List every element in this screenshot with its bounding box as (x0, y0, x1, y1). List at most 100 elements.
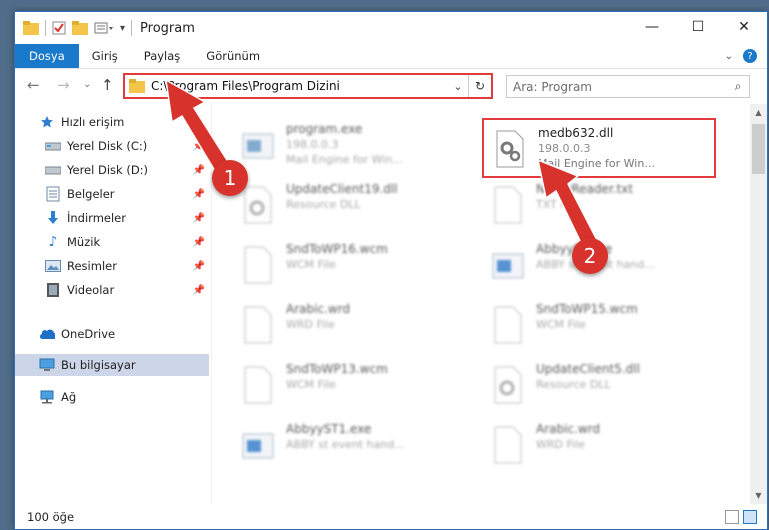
tiles-view-icon[interactable] (743, 510, 757, 524)
file-name: Arabic.wrd (286, 302, 351, 316)
rename-icon[interactable] (94, 21, 114, 35)
file-type: WRD File (286, 318, 335, 331)
address-path[interactable]: C:\Program Files\Program Dizini (151, 79, 340, 93)
pin-icon[interactable]: 📌 (193, 285, 205, 296)
vertical-scrollbar[interactable]: ▲ ▼ (750, 104, 767, 504)
customize-qat-icon[interactable]: ▾ (120, 23, 125, 34)
view-switcher (725, 510, 767, 524)
tab-home[interactable]: Giriş (79, 44, 131, 68)
maximize-button[interactable]: ☐ (675, 12, 721, 42)
details-view-icon[interactable] (725, 510, 739, 524)
nav-item-network[interactable]: Ağ (39, 386, 207, 408)
file-icon (488, 422, 528, 468)
recent-locations-icon[interactable]: ⌄ (83, 79, 91, 90)
help-icon[interactable]: ? (743, 49, 757, 63)
file-item[interactable]: program.exe 198.0.0.3 Mail Engine for Win.… (232, 116, 468, 174)
file-name: SndToWP16.wcm (286, 242, 388, 256)
nav-item-pictures[interactable]: Resimler 📌 (45, 255, 209, 277)
file-version: 198.0.0.3 (538, 142, 591, 155)
nav-item-onedrive[interactable]: OneDrive (39, 323, 207, 345)
computer-icon (39, 357, 55, 373)
file-name: UpdateClient19.dll (286, 182, 398, 196)
file-list: program.exe 198.0.0.3 Mail Engine for Win.… (212, 104, 749, 504)
tab-share[interactable]: Paylaş (131, 44, 194, 68)
file-item[interactable]: SndToWP16.wcm WCM File (232, 236, 468, 294)
file-name: SndToWP13.wcm (286, 362, 388, 376)
step-badge-1: 1 (212, 160, 248, 196)
nav-item-music[interactable]: ♪ Müzik 📌 (45, 231, 209, 253)
up-icon[interactable]: ↑ (101, 76, 114, 94)
separator (131, 20, 133, 36)
file-item[interactable]: Arabic.wrd WRD File (232, 296, 468, 354)
exe-icon (238, 422, 278, 468)
file-icon (488, 302, 528, 348)
address-bar[interactable]: C:\Program Files\Program Dizini ⌄ ↻ (123, 73, 493, 99)
scroll-down-icon[interactable]: ▼ (750, 487, 767, 504)
pin-icon[interactable]: 📌 (193, 141, 205, 152)
minimize-button[interactable]: — (629, 12, 675, 42)
pin-icon[interactable]: 📌 (193, 213, 205, 224)
nav-item-this-pc[interactable]: Bu bilgisayar (15, 354, 209, 376)
file-item[interactable]: UpdateClient19.dll Resource DLL (232, 176, 468, 234)
download-icon (45, 210, 61, 226)
nav-item-label: Belgeler (67, 187, 115, 201)
back-icon[interactable]: ← (27, 76, 40, 94)
pin-icon[interactable]: 📌 (193, 189, 205, 200)
scrollbar-thumb[interactable] (752, 124, 765, 174)
nav-item-local-disk-c[interactable]: Yerel Disk (C:) 📌 (45, 135, 209, 157)
address-dropdown-icon[interactable]: ⌄ (448, 80, 468, 93)
nav-item-label: Yerel Disk (D:) (67, 163, 149, 177)
nav-item-label: Hızlı erişim (61, 115, 125, 129)
pin-icon[interactable]: 📌 (193, 165, 205, 176)
file-item[interactable]: AbbyyST1.exe ABBY st event hand... (232, 416, 468, 474)
nav-item-local-disk-d[interactable]: Yerel Disk (D:) 📌 (45, 159, 209, 181)
file-item[interactable]: SndToWP15.wcm WCM File (482, 296, 718, 354)
videos-icon (45, 282, 61, 298)
nav-item-label: OneDrive (61, 327, 116, 341)
file-type: Resource DLL (286, 198, 361, 211)
expand-ribbon-icon[interactable]: ⌄ (725, 51, 733, 62)
exe-icon (238, 122, 278, 168)
exe-icon (488, 242, 528, 288)
title-bar: ▾ Program — ☐ ✕ (15, 12, 767, 44)
network-icon (39, 389, 55, 405)
window-controls: — ☐ ✕ (629, 12, 767, 42)
nav-item-videos[interactable]: Videolar 📌 (45, 279, 209, 301)
file-type: Resource DLL (536, 378, 611, 391)
nav-item-documents[interactable]: Belgeler 📌 (45, 183, 209, 205)
dll-gear-icon (490, 126, 530, 172)
nav-item-downloads[interactable]: İndirmeler 📌 (45, 207, 209, 229)
search-icon[interactable]: ⌕ (727, 79, 749, 94)
pin-icon[interactable]: 📌 (193, 261, 205, 272)
file-item[interactable]: NameReader.txt TXT File (482, 176, 718, 234)
scroll-up-icon[interactable]: ▲ (750, 104, 767, 121)
navigation-pane: Hızlı erişim Yerel Disk (C:) 📌 Yerel Dis… (15, 104, 209, 504)
file-item[interactable]: Arabic.wrd WRD File (482, 416, 718, 474)
pictures-icon (45, 258, 61, 274)
tab-view[interactable]: Görünüm (193, 44, 273, 68)
nav-item-label: Bu bilgisayar (61, 358, 136, 372)
nav-item-quick-access[interactable]: Hızlı erişim (39, 111, 207, 133)
nav-item-label: Resimler (67, 259, 117, 273)
pin-icon[interactable]: 📌 (193, 237, 205, 248)
search-input[interactable] (507, 78, 727, 95)
file-item[interactable]: UpdateClient5.dll Resource DLL (482, 356, 718, 414)
file-type: WCM File (286, 258, 336, 271)
quick-access-toolbar: ▾ (15, 20, 133, 36)
separator (45, 20, 46, 36)
music-icon: ♪ (48, 234, 58, 250)
properties-icon[interactable] (52, 21, 66, 35)
file-item[interactable]: SndToWP13.wcm WCM File (232, 356, 468, 414)
file-item-highlighted[interactable]: medb632.dll 198.0.0.3 Mail Engine for Win.… (482, 118, 716, 178)
close-button[interactable]: ✕ (721, 12, 767, 42)
folder-icon (23, 21, 39, 35)
status-bar: 100 öğe (15, 505, 767, 529)
refresh-icon[interactable]: ↻ (468, 75, 491, 97)
forward-icon[interactable]: → (57, 76, 70, 94)
file-type: WCM File (286, 378, 336, 391)
tab-file[interactable]: Dosya (15, 44, 79, 68)
file-icon (488, 182, 528, 228)
search-box[interactable]: ⌕ (506, 75, 750, 98)
new-folder-icon[interactable] (72, 21, 88, 35)
drive-icon (45, 162, 61, 178)
